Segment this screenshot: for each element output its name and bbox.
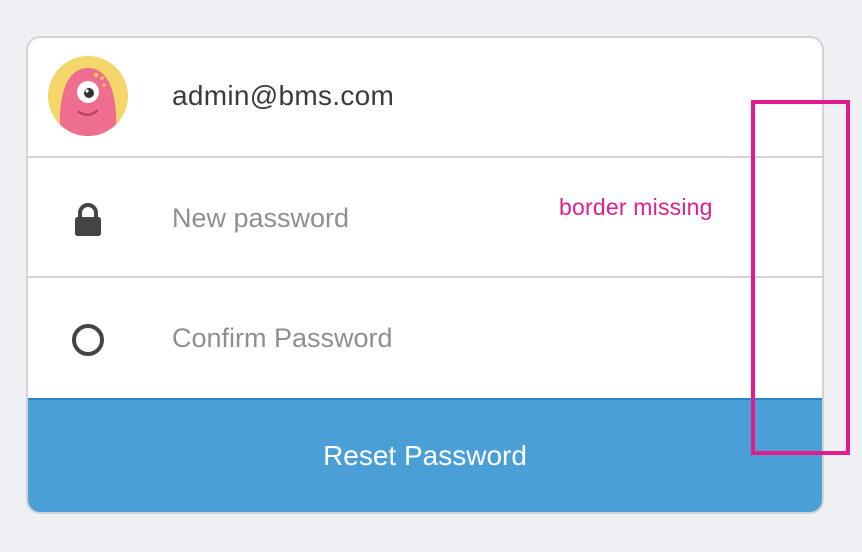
reset-password-card: admin@bms.com Reset Password — [26, 36, 824, 514]
avatar — [48, 56, 128, 136]
annotation-note: border missing — [559, 194, 713, 220]
user-row: admin@bms.com — [28, 38, 822, 158]
circle-icon — [66, 318, 110, 362]
annotation-highlight-box — [751, 100, 850, 455]
reset-password-button[interactable]: Reset Password — [28, 398, 822, 512]
new-password-input[interactable] — [172, 196, 592, 240]
monster-avatar-icon — [48, 56, 128, 136]
confirm-password-input[interactable] — [172, 316, 592, 360]
screenshot-stage: admin@bms.com Reset Password border miss… — [0, 0, 862, 552]
lock-icon — [66, 198, 110, 242]
confirm-password-row — [28, 278, 822, 398]
account-email: admin@bms.com — [172, 80, 395, 111]
